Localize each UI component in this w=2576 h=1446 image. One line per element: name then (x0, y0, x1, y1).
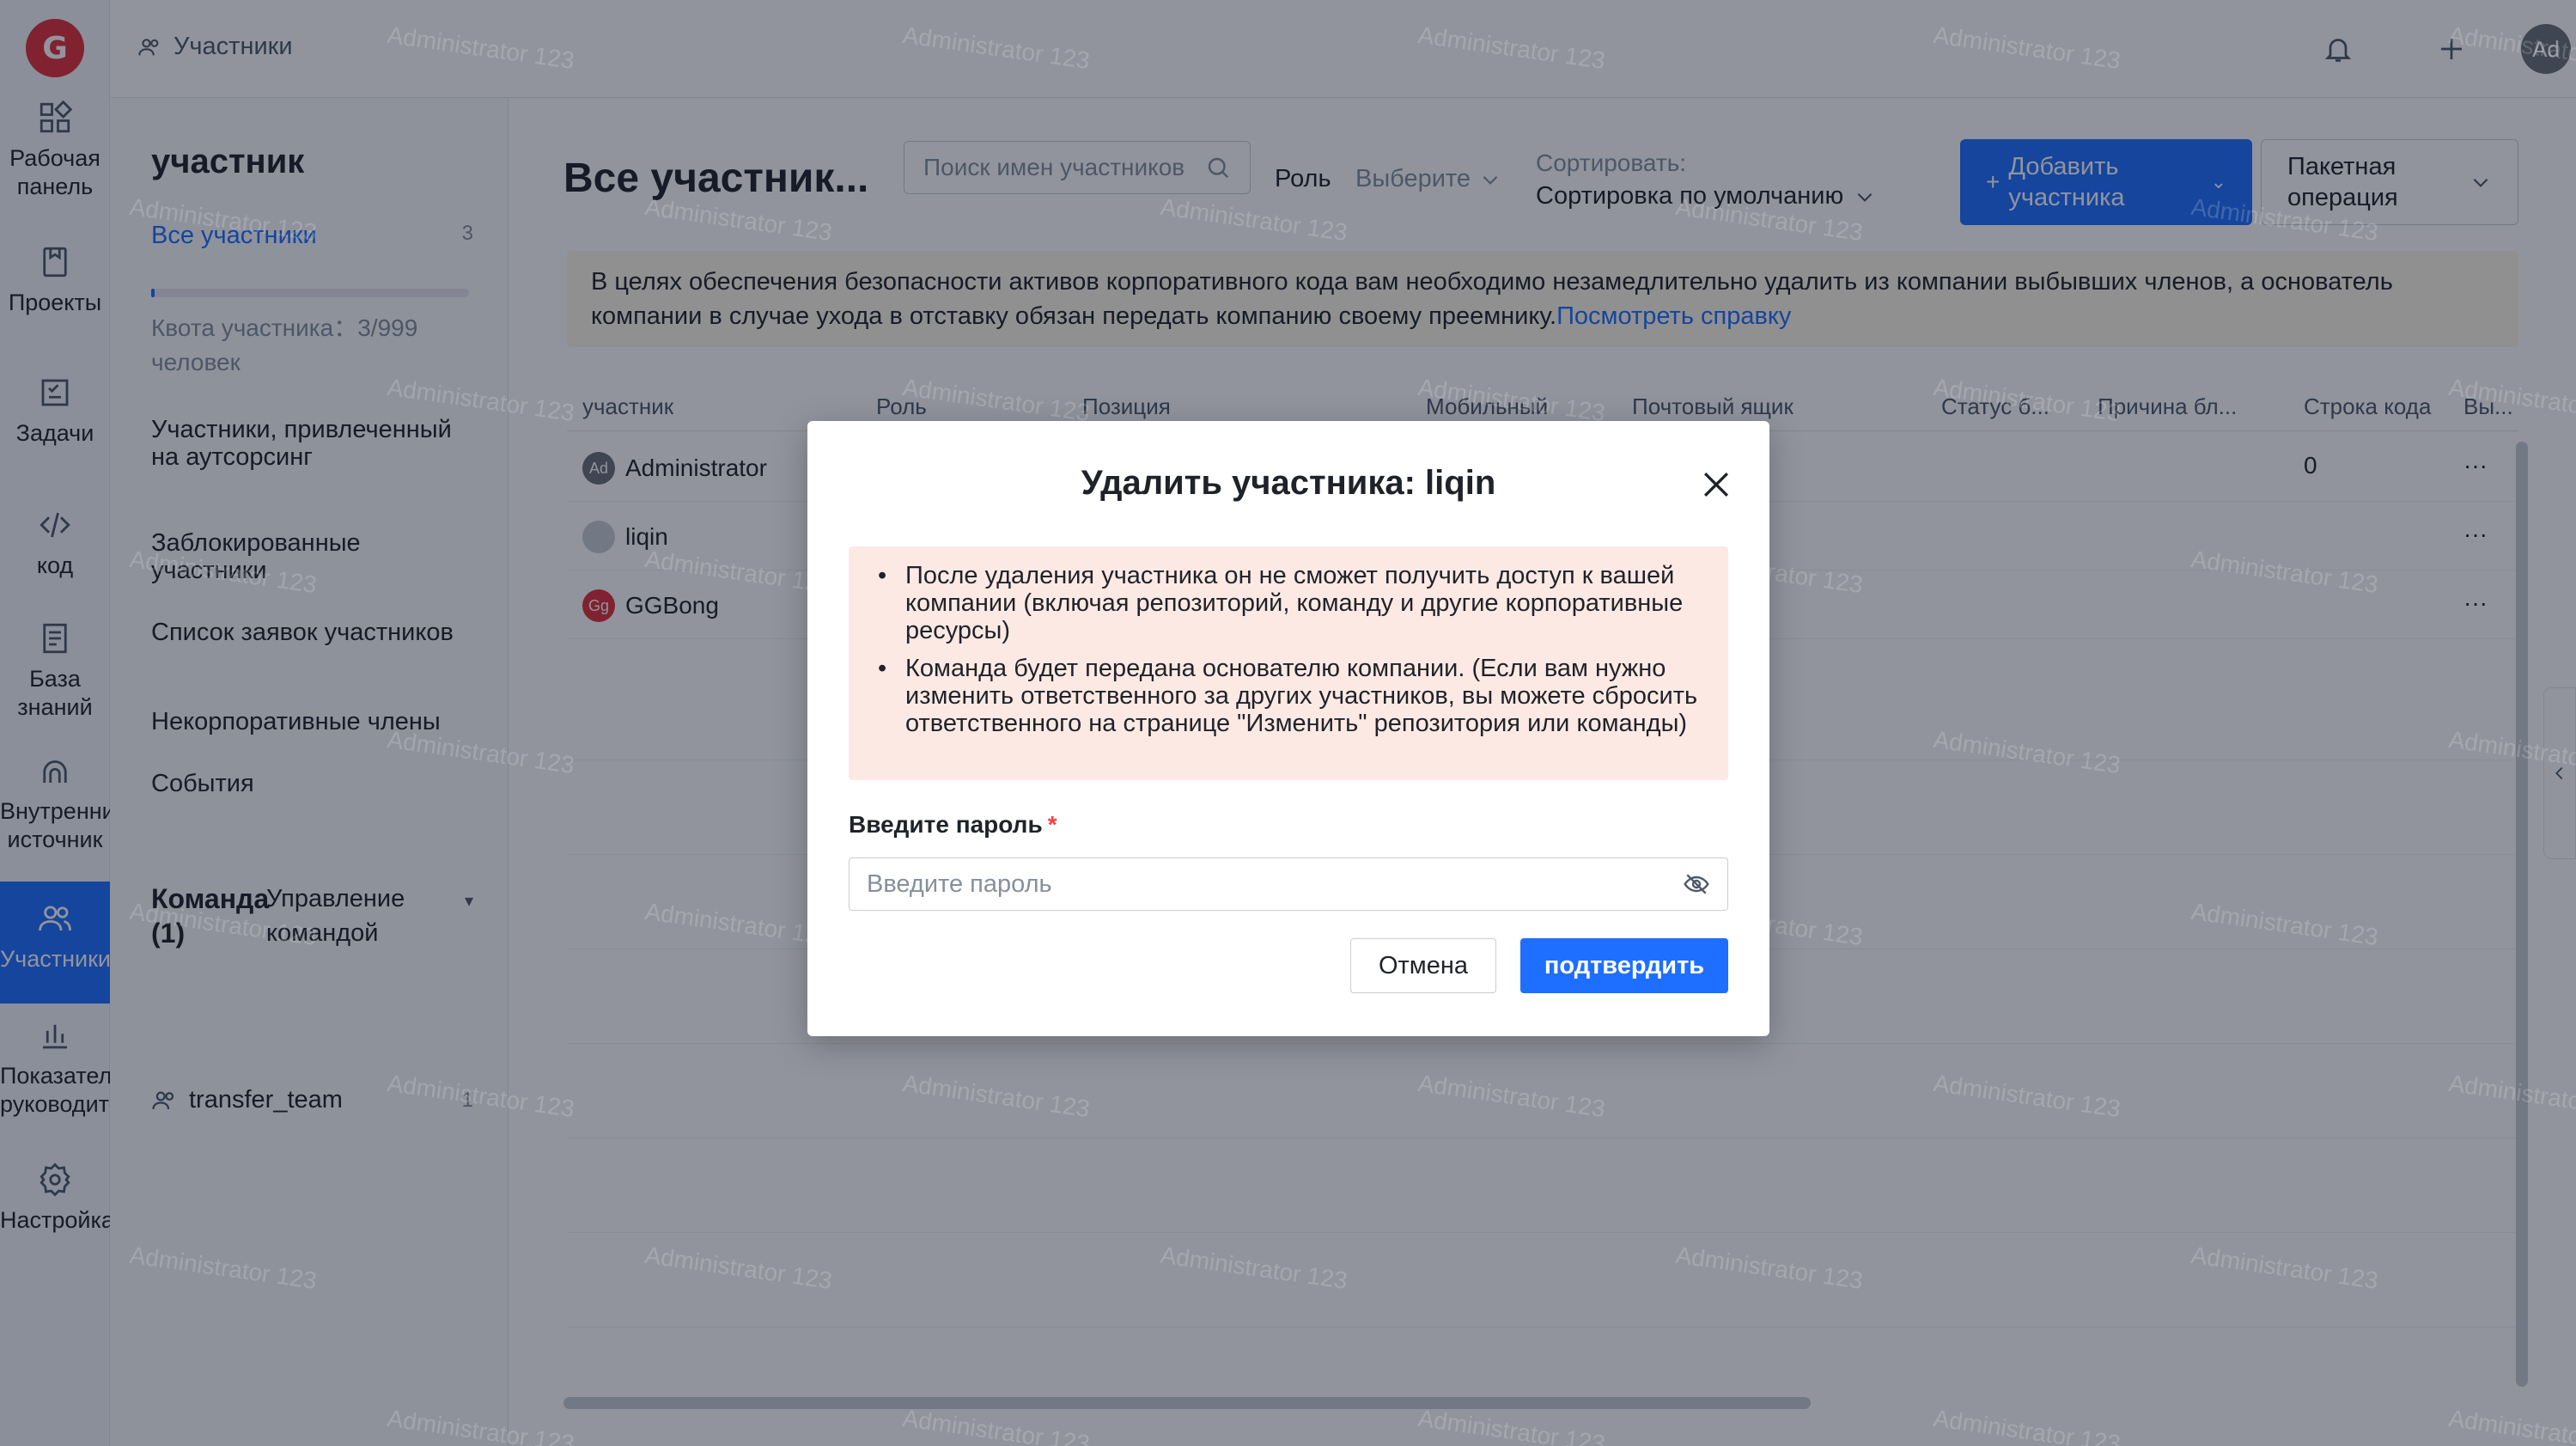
delete-member-dialog: Удалить участника: liqin После удаления … (807, 421, 1769, 1036)
confirm-button[interactable]: подтвердить (1520, 938, 1728, 993)
close-icon[interactable] (1697, 466, 1735, 503)
eye-off-icon[interactable] (1683, 870, 1710, 898)
dialog-title: Удалить участника: liqin (1081, 464, 1496, 502)
password-label-text: Введите пароль (849, 811, 1043, 838)
password-field[interactable] (849, 857, 1728, 911)
warning-box: После удаления участника он не сможет по… (849, 546, 1728, 780)
cancel-button[interactable]: Отмена (1350, 938, 1496, 993)
password-label: Введите пароль * (849, 811, 1057, 839)
required-mark: * (1047, 811, 1057, 838)
warning-item: Команда будет передана основателю компан… (874, 655, 1702, 737)
warning-item: После удаления участника он не сможет по… (874, 562, 1702, 644)
password-input[interactable] (867, 869, 1683, 899)
